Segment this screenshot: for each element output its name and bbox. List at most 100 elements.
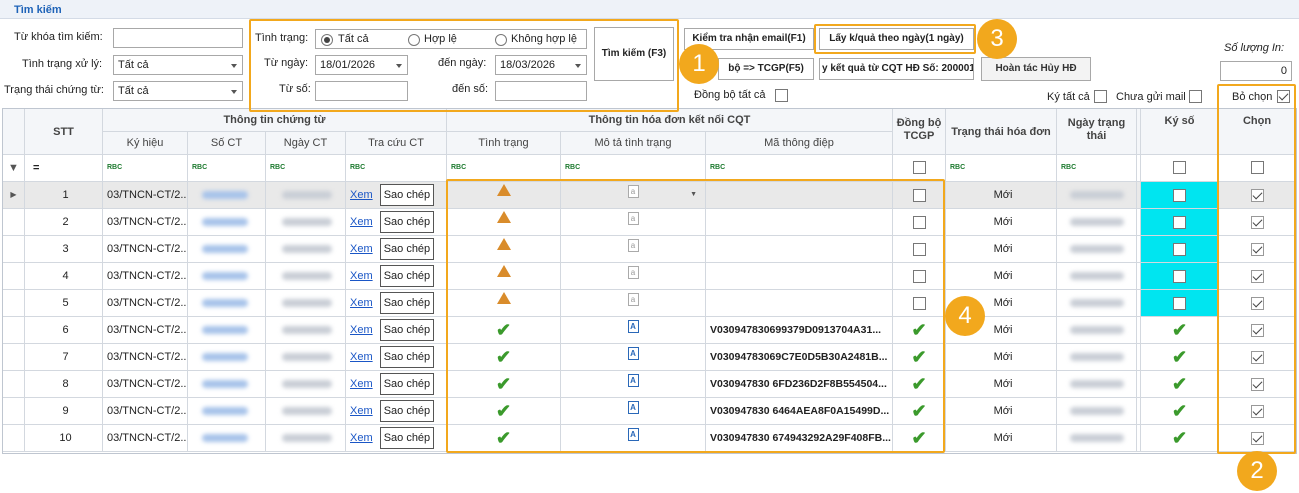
quantity-input[interactable]: 0 [1220,61,1292,81]
get-results-by-day-button[interactable]: Lấy k/quả theo ngày(1 ngày) [819,28,974,50]
col-ky-so[interactable]: Ký số [1141,109,1219,155]
filter-ma-thong-diep[interactable]: RBC [706,155,893,182]
filter-mo-ta[interactable]: RBC [561,155,706,182]
keyword-input[interactable] [113,28,243,48]
radio-all[interactable] [321,34,333,49]
col-ky-hieu[interactable]: Ký hiệu [103,132,188,155]
view-link[interactable]: Xem [350,270,373,282]
filter-chon[interactable] [1219,155,1296,182]
row-chon[interactable] [1219,263,1296,290]
view-link[interactable]: Xem [350,189,373,201]
row-indicator[interactable]: ▶ [3,182,25,209]
search-button[interactable]: Tìm kiếm (F3) [594,27,674,81]
col-chon[interactable]: Chọn [1219,109,1296,155]
col-stt[interactable]: STT [25,109,103,155]
row-chon[interactable] [1219,209,1296,236]
row-chon[interactable] [1219,371,1296,398]
row-chon[interactable] [1219,182,1296,209]
copy-button[interactable]: Sao chép [379,265,435,287]
row-indicator[interactable] [3,263,25,290]
to-number-input[interactable] [495,81,587,101]
filter-icon[interactable]: ▼ [3,155,25,182]
row-dong-bo[interactable] [893,182,946,209]
row-indicator[interactable] [3,344,25,371]
copy-button[interactable]: Sao chép [379,319,435,341]
sign-all-checkbox[interactable] [1094,90,1107,106]
filter-dong-bo[interactable] [893,155,946,182]
processing-status-select[interactable]: Tất cả [113,55,243,75]
col-trang-thai-hd[interactable]: Trạng thái hóa đơn [946,109,1057,155]
row-mo-ta[interactable]: A [561,398,706,425]
row-mo-ta[interactable]: a [561,263,706,290]
row-ky-so[interactable] [1141,263,1219,290]
row-chon[interactable] [1219,344,1296,371]
row-mo-ta[interactable]: a [561,236,706,263]
filter-so-ct[interactable]: RBC [188,155,266,182]
row-dong-bo[interactable] [893,209,946,236]
row-mo-ta[interactable]: a [561,209,706,236]
cqt-result-button[interactable]: y kết quả từ CQT HĐ Số: 20000123 [819,58,974,80]
filter-tra-cuu[interactable]: RBC [346,155,447,182]
row-mo-ta[interactable]: A [561,344,706,371]
view-link[interactable]: Xem [350,216,373,228]
sync-tcgp-button[interactable]: bộ => TCGP(F5) [718,58,814,80]
filter-ky-so[interactable] [1141,155,1219,182]
filter-tinh-trang[interactable]: RBC [447,155,561,182]
copy-button[interactable]: Sao chép [379,292,435,314]
row-mo-ta[interactable]: A [561,317,706,344]
col-so-ct[interactable]: Số CT [188,132,266,155]
col-dong-bo[interactable]: Đồng bộ TCGP [893,109,946,155]
row-indicator[interactable] [3,290,25,317]
view-link[interactable]: Xem [350,405,373,417]
filter-trang-thai-hd[interactable]: RBC [946,155,1057,182]
row-ky-so[interactable] [1141,209,1219,236]
filter-ky-hieu[interactable]: RBC [103,155,188,182]
to-date-picker[interactable]: 18/03/2026 [495,55,587,75]
col-tinh-trang[interactable]: Tình trạng [447,132,561,155]
copy-button[interactable]: Sao chép [379,427,435,449]
row-mo-ta[interactable]: a [561,290,706,317]
row-indicator[interactable] [3,209,25,236]
row-mo-ta[interactable]: A [561,425,706,452]
radio-valid[interactable] [408,34,420,49]
col-ngay-ct[interactable]: Ngày CT [266,132,346,155]
row-indicator[interactable] [3,398,25,425]
row-indicator[interactable] [3,236,25,263]
from-number-input[interactable] [315,81,408,101]
row-dong-bo[interactable] [893,236,946,263]
row-indicator[interactable] [3,425,25,452]
row-mo-ta[interactable]: A [561,371,706,398]
copy-button[interactable]: Sao chép [379,373,435,395]
row-ky-so[interactable] [1141,182,1219,209]
undo-cancel-button[interactable]: Hoàn tác Hủy HĐ [981,57,1091,81]
row-mo-ta[interactable]: a ▼ [561,182,706,209]
col-ma-thong-diep[interactable]: Mã thông điệp [706,132,893,155]
radio-invalid[interactable] [495,34,507,49]
sync-all-checkbox[interactable] [775,89,788,105]
view-link[interactable]: Xem [350,243,373,255]
filter-ngay-trang-thai[interactable]: RBC [1057,155,1137,182]
row-ky-so[interactable] [1141,290,1219,317]
row-chon[interactable] [1219,425,1296,452]
copy-button[interactable]: Sao chép [379,346,435,368]
row-chon[interactable] [1219,236,1296,263]
view-link[interactable]: Xem [350,324,373,336]
col-tra-cuu[interactable]: Tra cứu CT [346,132,447,155]
row-chon[interactable] [1219,317,1296,344]
doc-status-select[interactable]: Tất cả [113,81,243,101]
from-date-picker[interactable]: 18/01/2026 [315,55,408,75]
col-mo-ta[interactable]: Mô tả tình trạng [561,132,706,155]
row-indicator[interactable] [3,371,25,398]
copy-button[interactable]: Sao chép [379,238,435,260]
row-ky-so[interactable] [1141,236,1219,263]
deselect-checkbox[interactable] [1277,90,1290,106]
col-ngay-trang-thai[interactable]: Ngày trạng thái [1057,109,1137,155]
not-sent-mail-checkbox[interactable] [1189,90,1202,106]
copy-button[interactable]: Sao chép [379,184,435,206]
copy-button[interactable]: Sao chép [379,211,435,233]
filter-stt[interactable]: = [25,155,103,182]
filter-ngay-ct[interactable]: RBC [266,155,346,182]
view-link[interactable]: Xem [350,432,373,444]
view-link[interactable]: Xem [350,351,373,363]
copy-button[interactable]: Sao chép [379,400,435,422]
